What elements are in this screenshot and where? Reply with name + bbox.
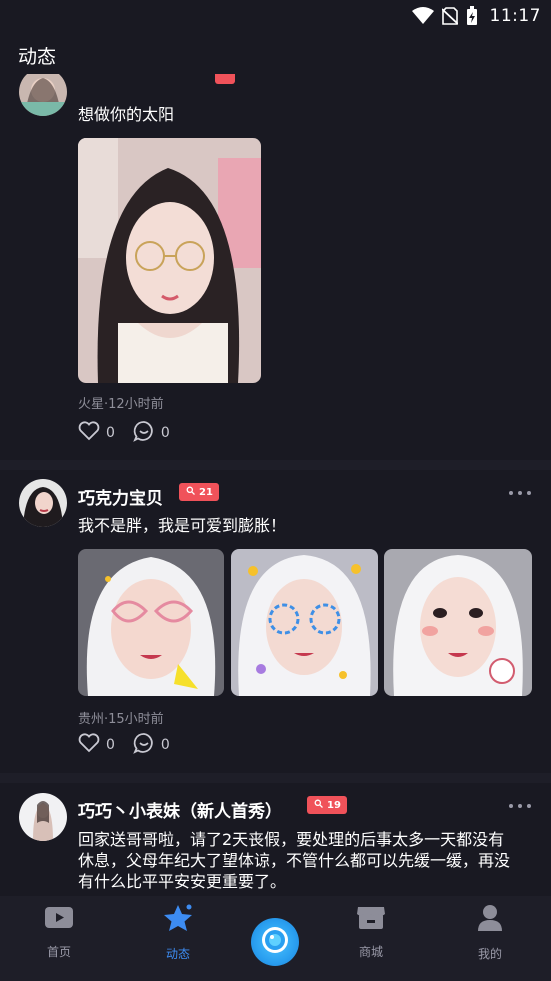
status-bar: 11:17 bbox=[0, 0, 551, 32]
nav-feed[interactable]: 动态 bbox=[138, 904, 218, 962]
post-text: 回家送哥哥啦，请了2天丧假，要处理的后事太多一天都没有休息，父母年纪大了望体谅，… bbox=[78, 830, 511, 891]
post-text: 我不是胖，我是可爱到膨胀！ bbox=[78, 516, 287, 535]
nav-shop-label: 商城 bbox=[358, 945, 383, 959]
more-button[interactable] bbox=[509, 488, 531, 498]
avatar[interactable] bbox=[19, 793, 67, 841]
shop-icon bbox=[356, 904, 386, 933]
divider bbox=[0, 773, 551, 783]
post-item[interactable]: 想做你的太阳 火星·12小时前 0 0 bbox=[0, 74, 551, 460]
live-camera-icon bbox=[259, 924, 291, 960]
post-meta: 贵州·15小时前 bbox=[78, 712, 164, 727]
like-count: 0 bbox=[106, 425, 115, 441]
avatar[interactable] bbox=[19, 479, 67, 527]
post-item[interactable]: 巧克力宝贝 21 我不是胖，我是可爱到膨胀！ 贵州·15小时前 0 0 bbox=[0, 470, 551, 773]
user-icon bbox=[476, 904, 504, 935]
post-photo[interactable] bbox=[231, 549, 378, 696]
post-photo[interactable] bbox=[78, 549, 224, 696]
comment-count: 0 bbox=[160, 425, 170, 441]
post-item[interactable]: 巧巧丶小表妹（新人首秀） 19 回家送哥哥啦，请了2天丧假，要处理的后事太多一天… bbox=[0, 783, 551, 896]
feed[interactable]: 想做你的太阳 火星·12小时前 0 0 巧克力宝贝 21 我不是胖，我是可爱到膨… bbox=[0, 74, 551, 896]
nav-home-label: 首页 bbox=[46, 945, 71, 959]
comment-count: 0 bbox=[160, 737, 170, 753]
comment-icon bbox=[133, 732, 155, 758]
battery-charging-icon bbox=[466, 6, 478, 26]
comment-button[interactable]: 0 bbox=[133, 420, 170, 446]
username[interactable]: 巧克力宝贝 bbox=[78, 484, 163, 509]
page-title: 动态 bbox=[18, 45, 57, 68]
like-count: 0 bbox=[106, 737, 115, 753]
comment-icon bbox=[133, 420, 155, 446]
user-badge: 21 bbox=[179, 483, 219, 501]
live-camera-button[interactable] bbox=[251, 918, 299, 966]
post-actions: 0 0 bbox=[78, 732, 180, 758]
post-photo[interactable] bbox=[384, 549, 532, 696]
badge-count: 21 bbox=[199, 486, 213, 498]
badge-count: 19 bbox=[327, 799, 341, 811]
post-text: 想做你的太阳 bbox=[78, 105, 175, 124]
star-icon bbox=[163, 904, 193, 935]
status-time: 11:17 bbox=[489, 6, 541, 26]
post-meta: 火星·12小时前 bbox=[78, 397, 164, 412]
nav-home[interactable]: 首页 bbox=[19, 904, 99, 960]
user-badge bbox=[215, 74, 235, 84]
more-button[interactable] bbox=[509, 801, 531, 811]
tv-icon bbox=[44, 904, 74, 933]
avatar[interactable] bbox=[19, 74, 67, 116]
user-badge: 19 bbox=[307, 796, 347, 814]
heart-icon bbox=[78, 421, 100, 445]
heart-icon bbox=[78, 733, 100, 757]
like-button[interactable]: 0 bbox=[78, 733, 115, 757]
search-icon bbox=[186, 486, 195, 498]
divider bbox=[0, 460, 551, 470]
nav-mine-label: 我的 bbox=[477, 947, 502, 961]
like-button[interactable]: 0 bbox=[78, 421, 115, 445]
wifi-icon bbox=[411, 7, 434, 25]
nav-feed-label: 动态 bbox=[165, 947, 190, 961]
nav-mine[interactable]: 我的 bbox=[450, 904, 530, 962]
post-actions: 0 0 bbox=[78, 420, 180, 446]
nav-shop[interactable]: 商城 bbox=[331, 904, 411, 960]
no-sim-icon bbox=[441, 7, 458, 25]
comment-button[interactable]: 0 bbox=[133, 732, 170, 758]
post-photo[interactable] bbox=[78, 138, 261, 383]
search-icon bbox=[314, 799, 323, 811]
username[interactable]: 巧巧丶小表妹（新人首秀） bbox=[78, 797, 282, 822]
